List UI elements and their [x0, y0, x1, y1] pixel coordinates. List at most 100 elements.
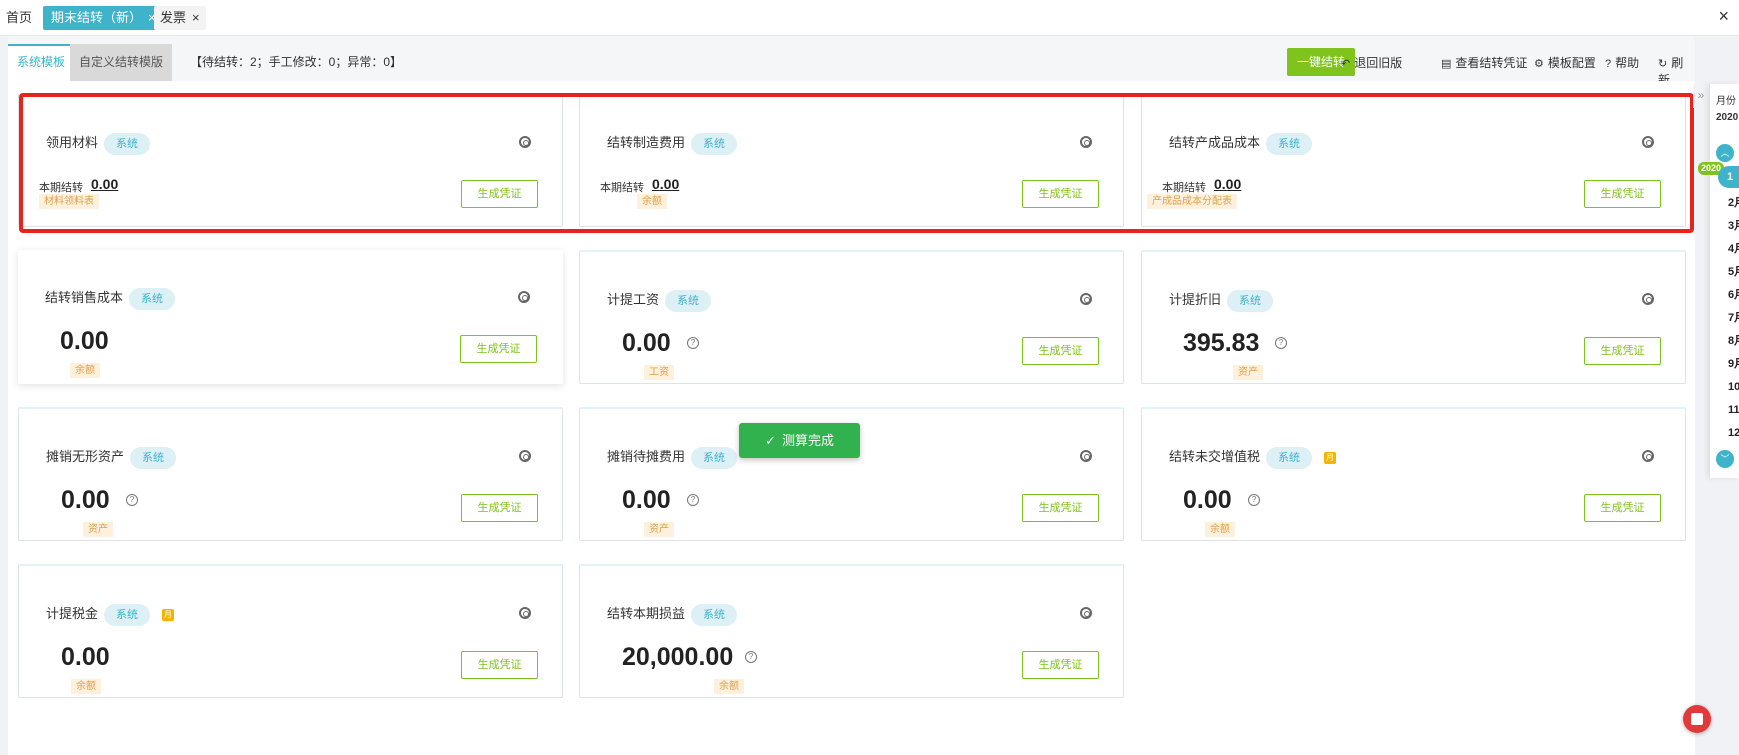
amount-value[interactable]: 395.83: [1183, 329, 1259, 358]
month-panel-year: 2020: [1716, 112, 1739, 123]
question-icon[interactable]: ?: [687, 494, 699, 506]
card-cost-of-sales: 结转销售成本 系统 0.00 余额 生成凭证: [18, 250, 563, 384]
card-title-text: 结转产成品成本: [1169, 135, 1261, 150]
collapse-panel-icon[interactable]: »: [1693, 84, 1709, 108]
amount-value[interactable]: 0.00: [622, 486, 671, 515]
gear-icon[interactable]: [519, 450, 531, 462]
help-label: 帮助: [1615, 56, 1640, 70]
generate-voucher-button[interactable]: 生成凭证: [461, 494, 538, 522]
question-icon[interactable]: ?: [745, 651, 757, 663]
month-item[interactable]: 3月: [1728, 217, 1739, 233]
generate-voucher-button[interactable]: 生成凭证: [1022, 494, 1099, 522]
gear-icon[interactable]: [518, 291, 530, 303]
tab-invoice-label: 发票: [160, 10, 187, 25]
source-tag[interactable]: 余额: [71, 679, 101, 694]
card-title-text: 结转未交增值税: [1169, 449, 1261, 464]
gear-icon[interactable]: [519, 136, 531, 148]
tab-period-end-carryover[interactable]: 期末结转（新） ×: [43, 6, 164, 30]
amount-value[interactable]: 0.00: [622, 329, 671, 358]
tab-system-template[interactable]: 系统模板: [8, 44, 75, 81]
system-badge: 系统: [691, 603, 738, 626]
tab-custom-template[interactable]: 自定义结转模版: [70, 44, 173, 81]
system-badge: 系统: [1266, 446, 1313, 469]
month-item[interactable]: 5月: [1728, 263, 1739, 279]
source-tag[interactable]: 资产: [644, 522, 674, 537]
revert-old-version-link[interactable]: ↶ 退回旧版: [1341, 54, 1402, 71]
source-tag[interactable]: 资产: [1233, 365, 1263, 380]
help-link[interactable]: ? 帮助: [1605, 54, 1639, 71]
source-tag[interactable]: 材料领料表: [39, 194, 99, 209]
amount-value[interactable]: 0.00: [61, 486, 110, 515]
card-title: 结转产成品成本 系统: [1169, 132, 1313, 155]
gear-icon[interactable]: [1080, 607, 1092, 619]
card-title: 领用材料 系统: [46, 132, 151, 155]
generate-voucher-button[interactable]: 生成凭证: [1584, 180, 1661, 208]
gear-icon[interactable]: [1642, 450, 1654, 462]
month-item[interactable]: 9月: [1728, 355, 1739, 371]
source-tag[interactable]: 余额: [1205, 522, 1235, 537]
generate-voucher-button[interactable]: 生成凭证: [461, 651, 538, 679]
source-tag[interactable]: 余额: [637, 194, 667, 209]
generate-voucher-button[interactable]: 生成凭证: [1584, 494, 1661, 522]
question-icon[interactable]: ?: [1275, 337, 1287, 349]
month-item[interactable]: 11月: [1728, 401, 1739, 417]
system-badge: 系统: [1227, 289, 1274, 312]
calculation-complete-toast: ✓ 测算完成: [739, 423, 860, 458]
tab-invoice[interactable]: 发票 ×: [154, 6, 206, 30]
generate-voucher-button[interactable]: 生成凭证: [1584, 337, 1661, 365]
generate-voucher-button[interactable]: 生成凭证: [1022, 651, 1099, 679]
month-item[interactable]: 4月: [1728, 240, 1739, 256]
amount-value[interactable]: 0.00: [1214, 176, 1241, 192]
card-title: 结转本期损益 系统: [607, 603, 738, 626]
system-badge: 系统: [129, 287, 176, 310]
question-icon[interactable]: ?: [687, 337, 699, 349]
voucher-icon: ▤: [1441, 58, 1452, 70]
amount-value[interactable]: 0.00: [61, 643, 110, 672]
amount-value[interactable]: 0.00: [1183, 486, 1232, 515]
generate-voucher-button[interactable]: 生成凭证: [460, 335, 537, 363]
card-unpaid-vat: 结转未交增值税 系统月 0.00 ? 余额 生成凭证: [1141, 407, 1686, 541]
chevron-down-icon[interactable]: ﹀: [1716, 450, 1734, 468]
gear-icon[interactable]: [1080, 450, 1092, 462]
card-amortize-intangible-assets: 摊销无形资产 系统 0.00 ? 资产 生成凭证: [18, 407, 563, 541]
tab-home[interactable]: 首页: [0, 6, 38, 30]
floating-chat-button[interactable]: [1683, 705, 1711, 733]
gear-icon[interactable]: [519, 607, 531, 619]
source-tag[interactable]: 余额: [714, 679, 744, 694]
current-period-label: 本期结转: [1162, 182, 1206, 194]
view-voucher-link[interactable]: ▤ 查看结转凭证: [1441, 54, 1527, 71]
amount-value[interactable]: 0.00: [652, 176, 679, 192]
card-accrue-taxes: 计提税金 系统月 0.00 余额 生成凭证: [18, 564, 563, 698]
carryover-cards-grid: 领用材料 系统 本期结转 0.00 材料领料表 生成凭证 结转制造费用 系统 本期结…: [8, 81, 1695, 755]
amount-value[interactable]: 20,000.00: [622, 643, 733, 672]
month-item[interactable]: 8月: [1728, 332, 1739, 348]
month-item[interactable]: 2月: [1728, 194, 1739, 210]
source-tag[interactable]: 资产: [83, 522, 113, 537]
source-tag[interactable]: 产成品成本分配表: [1147, 194, 1237, 209]
template-config-link[interactable]: ⚙ 模板配置: [1534, 54, 1596, 71]
generate-voucher-button[interactable]: 生成凭证: [1022, 337, 1099, 365]
close-icon[interactable]: ×: [192, 10, 200, 25]
question-icon[interactable]: ?: [126, 494, 138, 506]
source-tag[interactable]: 工资: [644, 365, 674, 380]
month-item[interactable]: 12月: [1728, 424, 1739, 440]
gear-icon[interactable]: [1080, 293, 1092, 305]
gear-icon[interactable]: [1080, 136, 1092, 148]
card-title: 计提折旧 系统: [1169, 289, 1274, 312]
generate-voucher-button[interactable]: 生成凭证: [1022, 180, 1099, 208]
gear-icon[interactable]: [1642, 293, 1654, 305]
month-item[interactable]: 7月: [1728, 309, 1739, 325]
generate-voucher-button[interactable]: 生成凭证: [461, 180, 538, 208]
chevron-up-icon[interactable]: ︿: [1716, 144, 1734, 162]
month-item[interactable]: 10月: [1728, 378, 1739, 394]
system-badge: 系统: [1266, 132, 1313, 155]
gear-icon[interactable]: [1642, 136, 1654, 148]
amount-value[interactable]: 0.00: [91, 176, 118, 192]
view-voucher-label: 查看结转凭证: [1455, 56, 1528, 70]
amount-value[interactable]: 0.00: [60, 327, 109, 356]
source-tag[interactable]: 余额: [70, 363, 100, 378]
window-close-icon[interactable]: ×: [1718, 6, 1729, 27]
question-icon[interactable]: ?: [1248, 494, 1260, 506]
month-item[interactable]: 6月: [1728, 286, 1739, 302]
month-item-active[interactable]: 1月: [1718, 166, 1739, 205]
